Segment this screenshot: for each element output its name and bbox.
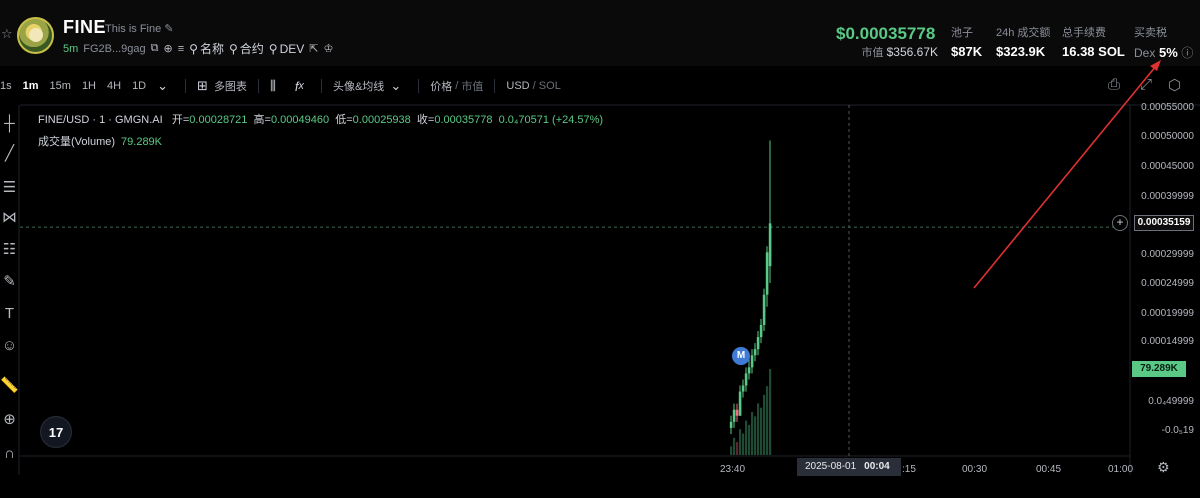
- candle-body: [753, 349, 757, 356]
- candle-body: [741, 385, 745, 392]
- x-tick: 00:45: [1036, 464, 1062, 475]
- candle-body: [768, 223, 772, 267]
- y-tick: 0.00055000: [1141, 102, 1194, 113]
- y-tick: -0.0₅19: [1161, 425, 1194, 436]
- event-marker[interactable]: M: [732, 347, 750, 365]
- x-tick: :15: [902, 464, 916, 475]
- volume-bar: [754, 416, 757, 455]
- y-tick: 0.0₄49999: [1148, 396, 1194, 407]
- x-tick: 01:00: [1108, 464, 1134, 475]
- volume-legend: 成交量(Volume) 79.289K: [38, 136, 163, 148]
- tradingview-logo[interactable]: 17: [40, 416, 72, 448]
- annotation-arrow-line: [973, 65, 1157, 289]
- candle-body: [735, 409, 739, 416]
- candle-body: [750, 355, 754, 368]
- y-tick: 0.00045000: [1141, 161, 1194, 172]
- volume-tag: 79.289K: [1132, 361, 1186, 377]
- y-tick: 0.00024999: [1141, 278, 1194, 289]
- volume-bar: [766, 386, 769, 455]
- candle-body: [756, 337, 760, 350]
- candle-body: [759, 324, 763, 338]
- y-tick: 0.00019999: [1141, 308, 1194, 319]
- y-tick: 0.00029999: [1141, 249, 1194, 260]
- volume-bar: [769, 369, 772, 455]
- volume-bar: [751, 412, 754, 455]
- volume-bar: [739, 429, 742, 455]
- x-tick: 00:30: [962, 464, 988, 475]
- volume-bar: [736, 442, 739, 455]
- volume-bar: [748, 424, 751, 455]
- volume-bar: [757, 403, 760, 455]
- axis-settings-icon[interactable]: ⚙: [1157, 459, 1170, 476]
- volume-bar: [733, 437, 736, 455]
- candle-body: [738, 391, 742, 416]
- candle-body: [765, 252, 769, 295]
- candle-body: [732, 409, 736, 422]
- y-tick: 0.00014999: [1141, 336, 1194, 347]
- volume-bar: [760, 407, 763, 455]
- volume-bar: [745, 420, 748, 455]
- x-tick: 23:40: [720, 464, 746, 475]
- candle-body: [744, 373, 748, 386]
- price-chart[interactable]: [0, 0, 1200, 498]
- add-alert-button[interactable]: +: [1112, 215, 1128, 231]
- candle-body: [762, 294, 766, 325]
- volume-bar: [763, 394, 766, 455]
- candle-body: [747, 367, 751, 374]
- annotation-arrow-head: [1150, 60, 1161, 71]
- volume-bar: [730, 446, 733, 455]
- candle-body: [729, 421, 733, 428]
- crosshair-price-tag: 0.00035159: [1134, 215, 1194, 231]
- crosshair-date-tag: 2025-08-01 00:04: [797, 458, 901, 476]
- volume-bar: [742, 433, 745, 455]
- y-tick: 0.00039999: [1141, 191, 1194, 202]
- y-tick: 0.00050000: [1141, 131, 1194, 142]
- ohlc-legend: FINE/USD · 1 · GMGN.AI 开=0.00028721 高=0.…: [38, 114, 604, 126]
